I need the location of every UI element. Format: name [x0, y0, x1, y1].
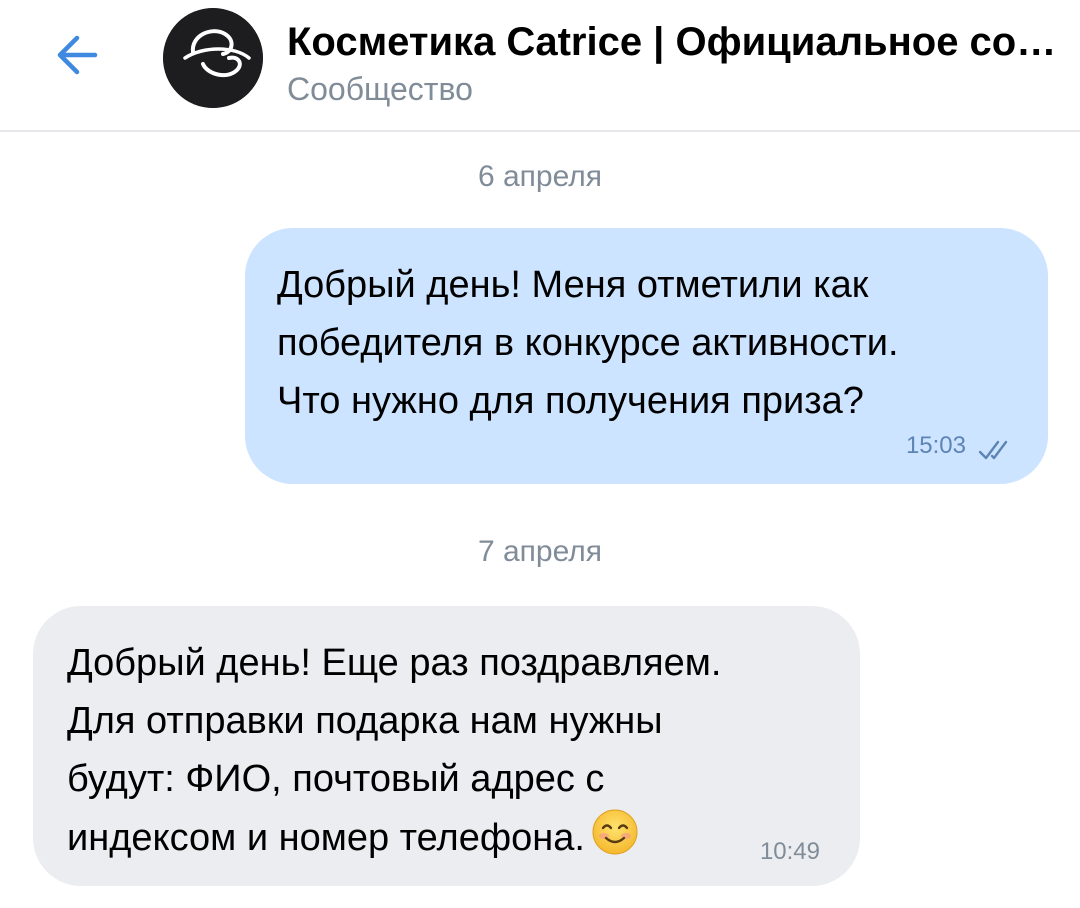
page-title[interactable]: Косметика Catrice | Официальное сообщест… [287, 18, 1057, 66]
smiling-face-emoji [592, 809, 638, 855]
catrice-logo [163, 8, 263, 108]
back-button[interactable] [40, 20, 110, 90]
message-text-wrap: Добрый день! Еще раз поздравляем. Для от… [67, 634, 828, 867]
message-time: 15:03 [905, 432, 966, 459]
chat-header: Косметика Catrice | Официальное сообщест… [0, 0, 1080, 132]
message-bubble-incoming[interactable]: Добрый день! Еще раз поздравляем. Для от… [33, 606, 860, 886]
message-bubble-outgoing[interactable]: Добрый день! Меня отметили как победител… [245, 228, 1048, 484]
page-subtitle: Сообщество [287, 71, 473, 107]
date-separator: 6 апреля [477, 160, 603, 193]
double-check-icon [978, 440, 1008, 460]
date-separator: 7 апреля [477, 535, 603, 568]
message-time: 10:49 [759, 838, 820, 865]
arrow-left-icon [57, 35, 98, 75]
message-text: Добрый день! Меня отметили как победител… [277, 264, 899, 422]
avatar[interactable] [163, 8, 263, 108]
